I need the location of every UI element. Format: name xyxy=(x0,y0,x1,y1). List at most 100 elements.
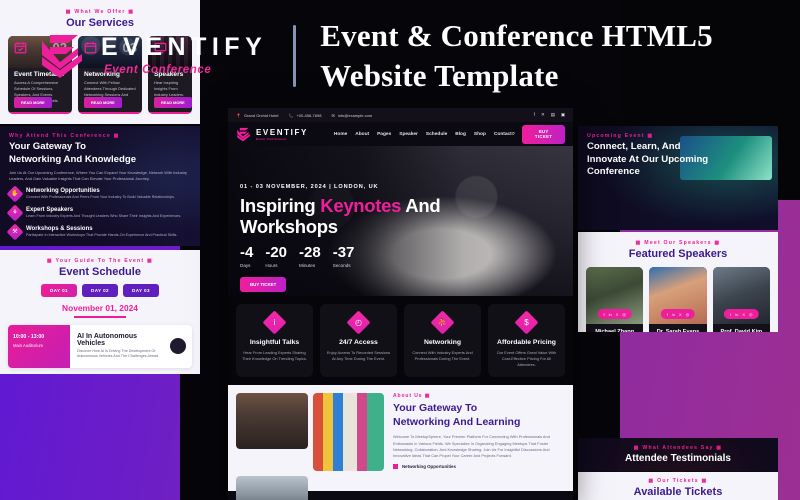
x-icon[interactable]: X xyxy=(679,312,682,317)
x-icon[interactable]: X xyxy=(616,312,619,317)
speaker-photo: f in X ◎ xyxy=(649,267,707,324)
nav-item-shop[interactable]: Shop xyxy=(474,132,486,137)
workshop-icon: ⚒ xyxy=(6,223,24,240)
countdown-timer: -4 Days -20 Hours -28 Minutes -37 Second… xyxy=(240,245,563,268)
feature-card[interactable]: i Insightful Talks Hear From Leading Exp… xyxy=(236,304,313,378)
schedule-row[interactable]: 10:00 - 13:00 Main Auditorium AI In Auto… xyxy=(8,324,192,368)
instagram-icon[interactable]: ◎ xyxy=(622,312,626,317)
countdown-hours-value: -20 xyxy=(265,244,288,262)
x-icon[interactable]: ✕ xyxy=(541,112,545,118)
clock-icon: ◴ xyxy=(346,310,371,335)
schedule-date-underline xyxy=(74,316,126,318)
speaker-social-links[interactable]: f in X ◎ xyxy=(660,309,696,319)
facebook-icon[interactable]: f xyxy=(730,312,731,317)
nav-item-contact[interactable]: Contact xyxy=(494,132,512,137)
feature-card[interactable]: $ Affordable Pricing Our Event Offers Gr… xyxy=(488,304,565,378)
why-attend-paragraph: Join Us At Our Upcoming Conference, Wher… xyxy=(9,170,187,182)
schedule-place: Main Auditorium xyxy=(13,342,44,348)
instagram-icon[interactable]: ◎ xyxy=(749,312,753,317)
feature-title: Expert Speakers xyxy=(26,206,74,213)
nav-item-speaker[interactable]: Speaker xyxy=(399,132,418,137)
site-logo-tagline: Event Conference xyxy=(256,136,287,141)
nav-item-schedule[interactable]: Schedule xyxy=(426,132,447,137)
hero-heading-b: And xyxy=(401,195,441,216)
phone-icon: 📞 xyxy=(288,112,294,118)
facebook-icon[interactable]: f xyxy=(667,312,668,317)
speaker-card[interactable]: f in X ◎ Dr. Sarah Evans Marketing Manag… xyxy=(649,267,707,332)
nav-item-pages[interactable]: Pages xyxy=(377,132,391,137)
dollar-icon: $ xyxy=(514,310,539,335)
instagram-icon[interactable]: ▣ xyxy=(561,112,565,118)
instagram-icon[interactable]: ◎ xyxy=(686,312,690,317)
x-icon[interactable]: X xyxy=(742,312,745,317)
linkedin-icon[interactable]: in xyxy=(735,312,738,317)
why-attend-feature: ⚘ Expert Speakers Learn From Industry Ex… xyxy=(6,204,191,222)
linkedin-icon[interactable]: in xyxy=(609,312,612,317)
about-paragraph: Welcome To MeetupSphere, Your Premier Pl… xyxy=(393,434,550,459)
search-icon[interactable]: ⌕ xyxy=(512,131,515,138)
buy-ticket-button[interactable]: BUY TICKET xyxy=(522,124,565,144)
nav-item-about[interactable]: About xyxy=(355,132,369,137)
why-attend-title-line1: Your Gateway To xyxy=(9,141,86,152)
countdown-days: -4 Days xyxy=(240,245,253,268)
promo-banner: EVENTIFY Event Conference Event & Confer… xyxy=(0,0,800,112)
speaker-social-links[interactable]: f in X ◎ xyxy=(724,309,759,319)
site-navbar: EVENTIFY Event Conference Home About Pag… xyxy=(228,122,573,146)
testimonials-kicker-label: What Attendees Say xyxy=(642,445,714,451)
speaker-card[interactable]: f in X ◎ Michael Zhang Creative Art Dire… xyxy=(586,267,644,332)
why-attend-section: Why Attend This Conference ▦ Your Gatewa… xyxy=(0,126,200,246)
schedule-title: Event Schedule xyxy=(59,266,141,278)
topbar-location: 📍 Grand Orchid Hotel xyxy=(236,113,278,118)
logo-tagline: Event Conference xyxy=(104,64,212,77)
why-attend-title-line2: Networking And Knowledge xyxy=(9,153,137,165)
tab-day-02[interactable]: DAY 02 xyxy=(82,284,118,297)
people-icon: ⛹ xyxy=(430,310,455,335)
eventify-logo-icon xyxy=(38,29,92,83)
schedule-session-name: AI In Autonomous Vehicles xyxy=(77,332,138,347)
about-bullet: Networking Opportunities xyxy=(393,464,565,470)
why-attend-feature: ⚒ Workshops & Sessions Participate In In… xyxy=(6,223,191,240)
facebook-icon[interactable]: f xyxy=(603,312,604,317)
nav-item-home[interactable]: Home xyxy=(334,132,347,137)
handshake-icon: ✋ xyxy=(6,185,24,203)
page-title-line1: Event & Conference HTML5 xyxy=(320,18,713,54)
feature-desc: Learn From Industry Experts And Thought … xyxy=(26,213,182,218)
feature-card-title: Affordable Pricing xyxy=(497,339,556,346)
tab-day-01[interactable]: DAY 01 xyxy=(41,284,77,297)
countdown-seconds-value: -37 xyxy=(332,244,355,262)
gallery-crowd-photo xyxy=(313,393,384,472)
feature-card-title: 24/7 Access xyxy=(339,339,378,346)
site-logo[interactable]: EVENTIFY Event Conference xyxy=(236,126,308,143)
page-title-line2: Website Template xyxy=(320,58,559,93)
feature-card-title: Insightful Talks xyxy=(249,339,300,346)
hero-buy-ticket-button[interactable]: BUY TICKET xyxy=(240,277,287,293)
speaker-card[interactable]: f in X ◎ Prof. David Kim Senior Web Deve… xyxy=(712,267,770,332)
feature-card[interactable]: ⛹ Networking Connect With Industry Exper… xyxy=(404,304,481,378)
feature-card[interactable]: ◴ 24/7 Access Enjoy Access To Recorded S… xyxy=(320,304,397,378)
speaker-name: Dr. Sarah Evans xyxy=(656,329,700,332)
tab-day-03[interactable]: DAY 03 xyxy=(122,284,159,297)
linkedin-icon[interactable]: in xyxy=(672,312,675,317)
calendar-icon: ▦ xyxy=(635,240,642,246)
topbar-email[interactable]: ✉ info@example.com xyxy=(331,113,372,118)
about-bullet-label: Networking Opportunities xyxy=(402,464,456,470)
nav-item-blog[interactable]: Blog xyxy=(455,132,466,137)
upcoming-title-line1: Connect, Learn, And xyxy=(587,141,681,152)
testimonials-kicker: ▦ What Attendees Say ▦ xyxy=(586,445,770,451)
schedule-kicker-label: Your Guide To The Event xyxy=(55,258,145,264)
upcoming-title: Connect, Learn, And Innovate At Our Upco… xyxy=(587,141,769,179)
speaker-name: Prof. David Kim xyxy=(720,329,763,332)
countdown-hours: -20 Hours xyxy=(265,245,287,268)
speakers-section: ▦ Meet Our Speakers ▦ Featured Speakers … xyxy=(578,232,778,332)
facebook-icon[interactable]: f xyxy=(534,112,535,118)
schedule-session-desc: Discover How AI Is Driving The Developme… xyxy=(77,348,160,359)
about-image-grid xyxy=(236,393,386,500)
website-preview-mockup: 📍 Grand Orchid Hotel 📞 +00-456-7698 ✉ in… xyxy=(228,108,573,500)
topbar-phone[interactable]: 📞 +00-456-7698 xyxy=(288,113,321,118)
countdown-seconds: -37 Seconds xyxy=(333,245,355,268)
speaker-social-links[interactable]: f in X ◎ xyxy=(597,309,632,319)
upcoming-title-line3: Conference xyxy=(587,166,640,178)
location-pin-icon: 📍 xyxy=(236,112,241,118)
linkedin-icon[interactable]: ▤ xyxy=(551,112,555,118)
calendar-icon: ▦ xyxy=(633,445,640,451)
